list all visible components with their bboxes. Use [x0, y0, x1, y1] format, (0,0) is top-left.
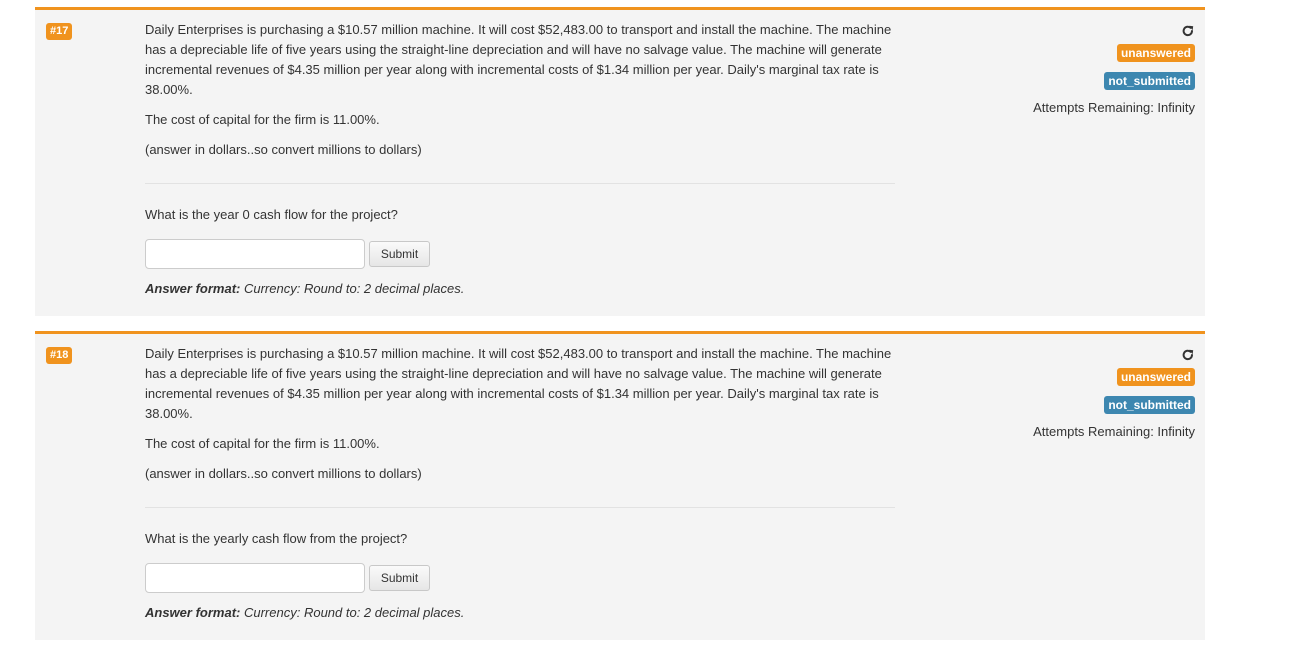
divider [145, 183, 895, 184]
question-prompt: What is the yearly cash flow from the pr… [145, 531, 408, 546]
answer-input[interactable] [145, 239, 365, 269]
cost-of-capital-text: The cost of capital for the firm is 11.0… [145, 112, 380, 127]
answer-format-label: Answer format: [145, 281, 241, 296]
submit-button[interactable]: Submit [369, 241, 430, 267]
answer-format-text: Currency: Round to: 2 decimal places. [243, 281, 465, 296]
submit-button[interactable]: Submit [369, 565, 430, 591]
question-panel-18: #18 Daily Enterprises is purchasing a $1… [35, 331, 1205, 640]
attempts-remaining: Attempts Remaining: Infinity [1033, 424, 1195, 439]
instruction-note: (answer in dollars..so convert millions … [145, 142, 422, 157]
attempts-remaining: Attempts Remaining: Infinity [1033, 100, 1195, 115]
redo-icon[interactable] [1181, 24, 1195, 38]
question-panel-17: #17 Daily Enterprises is purchasing a $1… [35, 7, 1205, 316]
question-intro: Daily Enterprises is purchasing a $10.57… [145, 346, 892, 421]
status-badge: unanswered [1116, 368, 1195, 386]
question-prompt: What is the year 0 cash flow for the pro… [145, 207, 398, 222]
question-intro: Daily Enterprises is purchasing a $10.57… [145, 22, 892, 97]
question-text: Daily Enterprises is purchasing a $10.57… [145, 20, 895, 170]
question-text: Daily Enterprises is purchasing a $10.57… [145, 344, 895, 494]
instruction-note: (answer in dollars..so convert millions … [145, 466, 422, 481]
divider [145, 507, 895, 508]
cost-of-capital-text: The cost of capital for the firm is 11.0… [145, 436, 380, 451]
answer-format-text: Currency: Round to: 2 decimal places. [243, 605, 465, 620]
status-badge: unanswered [1116, 44, 1195, 62]
answer-format: Answer format: Currency: Round to: 2 dec… [145, 604, 464, 622]
answer-format: Answer format: Currency: Round to: 2 dec… [145, 280, 464, 298]
answer-format-label: Answer format: [145, 605, 241, 620]
answer-input[interactable] [145, 563, 365, 593]
submission-badge: not_submitted [1104, 72, 1195, 90]
redo-icon[interactable] [1181, 348, 1195, 362]
submission-badge: not_submitted [1104, 396, 1195, 414]
question-number-badge: #18 [46, 347, 73, 364]
question-number-badge: #17 [46, 23, 73, 40]
